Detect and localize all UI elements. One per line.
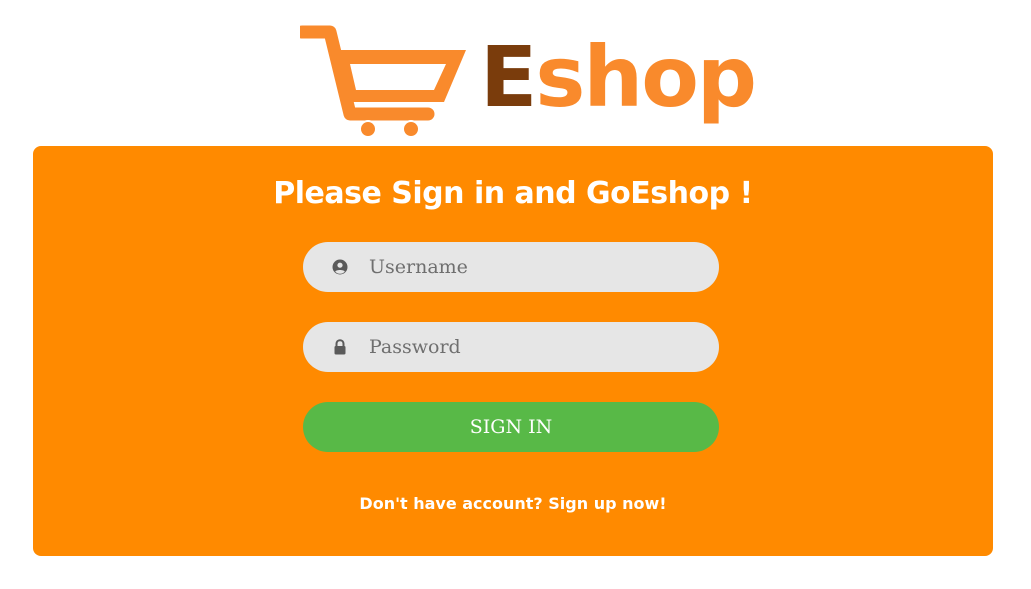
password-input[interactable] [369,322,699,372]
logo-wordmark-e: E [480,28,537,126]
username-input[interactable] [369,242,699,292]
lock-icon [334,339,346,355]
shopping-cart-icon [300,25,466,138]
logo-wordmark: Eshop [480,18,757,136]
password-field[interactable] [303,322,719,372]
eshop-logo: Eshop [300,22,757,140]
user-circle-icon [332,259,348,275]
signin-button[interactable]: SIGN IN [303,402,719,452]
username-field[interactable] [303,242,719,292]
signin-panel: Please Sign in and GoEshop ! SIGN IN Don… [33,146,993,556]
signin-title: Please Sign in and GoEshop ! [273,176,753,211]
logo-wordmark-shop: shop [535,28,757,126]
signup-link[interactable]: Don't have account? Sign up now! [33,494,993,513]
